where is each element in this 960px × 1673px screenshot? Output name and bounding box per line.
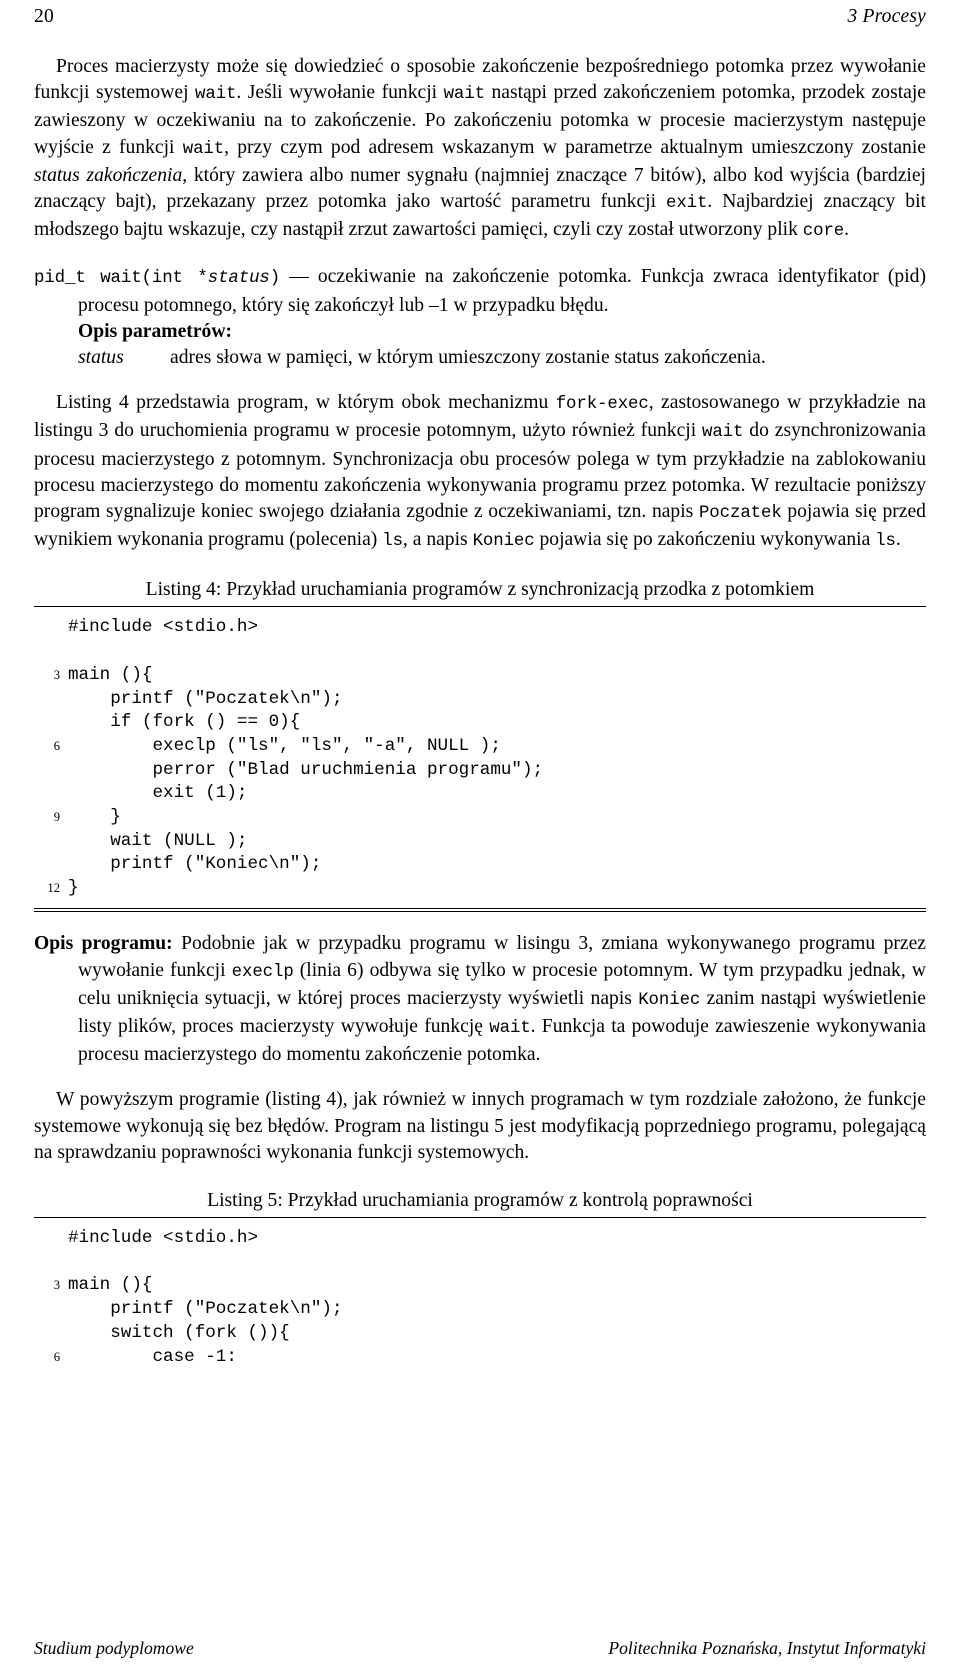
inline-code: wait [489,1019,531,1038]
code-line-number: 3 [53,667,60,682]
running-head: 20 3 Procesy [34,0,926,28]
page-footer: Studium podyplomowe Politechnika Poznańs… [34,1638,926,1659]
chapter-title: 3 Procesy [847,6,926,27]
text-run: , przy czym pod adresem wskazanym w para… [224,136,926,158]
code-line: if (fork () == 0){ [34,711,926,735]
code-line: printf ("Poczatek\n"); [34,1298,926,1322]
footer-right: Politechnika Poznańska, Instytut Informa… [608,1638,926,1658]
function-signature-code-end: ) [269,269,281,289]
listing-4-rule-bottom [34,907,926,913]
text-run: pojawia się po zakończeniu wykonywania [534,529,876,551]
code-line-text: } [68,878,79,899]
param-row-status: status adres słowa w pamięci, w którym u… [34,345,926,371]
code-line-number: 6 [53,1349,60,1364]
footer-left: Studium podyplomowe [34,1638,194,1658]
listing-4: Listing 4: Przykład uruchamiania program… [34,577,926,913]
code-line-text: if (fork () == 0){ [68,712,301,733]
listing-5-caption: Listing 5: Przykład uruchamiania program… [207,1190,753,1212]
inline-code: Poczatek [698,504,782,524]
param-name: status [78,347,124,369]
paragraph-wait-description: Proces macierzysty może się dowiedzieć o… [34,54,926,245]
code-line-text: printf ("Poczatek\n"); [68,1299,343,1320]
code-line [34,640,926,664]
inline-code: ls [875,532,896,552]
inline-code: Koniec [472,532,535,552]
code-line-number: 6 [53,738,60,753]
code-line: switch (fork ()){ [34,1322,926,1346]
function-prototype-block: pid_t wait(int *status) — oczekiwanie na… [34,264,926,318]
code-line: perror ("Blad uruchmienia programu"); [34,759,926,783]
emphasis-text: status zakończenia [34,164,183,186]
code-line: 3 main (){ [34,664,926,688]
code-line [34,1251,926,1275]
text-run: , a napis [402,529,473,551]
inline-code: execlp [231,962,294,982]
paragraph-listing5-intro: W powyższym programie (listing 4), jak r… [34,1089,926,1163]
code-line: 3 main (){ [34,1274,926,1298]
code-line-text: main (){ [68,1275,153,1296]
code-line-number: 3 [53,1278,60,1293]
paragraph-listing4-intro: Listing 4 przedstawia program, w którym … [34,390,926,555]
code-line-text: main (){ [68,664,153,685]
param-description: adres słowa w pamięci, w którym umieszcz… [170,347,766,369]
function-signature-code: pid_t wait(int * [34,269,208,289]
program-description-label: Opis programu: [34,933,173,955]
code-line-text: printf ("Koniec\n"); [68,854,322,875]
code-line: printf ("Poczatek\n"); [34,688,926,712]
code-line-text: } [68,807,121,828]
text-run: . Jeśli wywołanie funkcji [236,82,444,104]
code-line-text: case -1: [68,1346,237,1367]
text-run: Listing 4 przedstawia program, w którym … [56,392,556,414]
code-line-text: printf ("Poczatek\n"); [68,688,343,709]
inline-code: fork-exec [555,395,649,415]
code-line-text: exit (1); [68,783,248,804]
listing-4-caption: Listing 4: Przykład uruchamiania program… [145,579,815,601]
inline-code: wait [702,423,744,443]
text-run: . [895,529,901,551]
code-line-text: switch (fork ()){ [68,1322,290,1343]
code-line: exit (1); [34,782,926,806]
code-line-text: wait (NULL ); [68,830,248,851]
code-line-text: perror ("Blad uruchmienia programu"); [68,759,544,780]
code-line: #include <stdio.h> [34,616,926,640]
document-page: 20 3 Procesy Proces macierzysty może się… [0,0,960,1673]
code-line: 9 } [34,806,926,830]
inline-code: wait [443,85,485,105]
function-signature-param: status [207,269,270,289]
inline-code: wait [182,139,225,159]
inline-code: Koniec [638,990,701,1010]
code-line-text: #include <stdio.h> [68,617,259,638]
code-line: #include <stdio.h> [34,1227,926,1251]
body-column: Proces macierzysty może się dowiedzieć o… [34,54,926,1376]
text-run: . [844,219,850,241]
code-line: 12} [34,877,926,901]
code-line: wait (NULL ); [34,830,926,854]
inline-code: exit [666,194,708,214]
code-line: printf ("Koniec\n"); [34,853,926,877]
inline-code: ls [382,532,403,552]
code-line-number: 9 [53,810,60,825]
listing-5: Listing 5: Przykład uruchamiania program… [34,1188,926,1376]
code-line-number: 12 [47,881,60,896]
code-line-text: execlp ("ls", "ls", "-a", NULL ); [68,735,501,756]
page-number: 20 [34,6,54,27]
code-line-text: #include <stdio.h> [68,1228,259,1249]
params-heading: Opis parametrów: [78,320,233,342]
code-line: 6 execlp ("ls", "ls", "-a", NULL ); [34,735,926,759]
inline-code: core [802,222,845,242]
inline-code: wait [195,85,237,105]
code-line: 6 case -1: [34,1346,926,1370]
listing-4-code: #include <stdio.h> 3 main (){ printf ("Po… [34,607,926,907]
listing-5-code: #include <stdio.h> 3 main (){ printf ("Po… [34,1218,926,1376]
paragraph-program-description: Opis programu: Podobnie jak w przypadku … [34,931,926,1068]
